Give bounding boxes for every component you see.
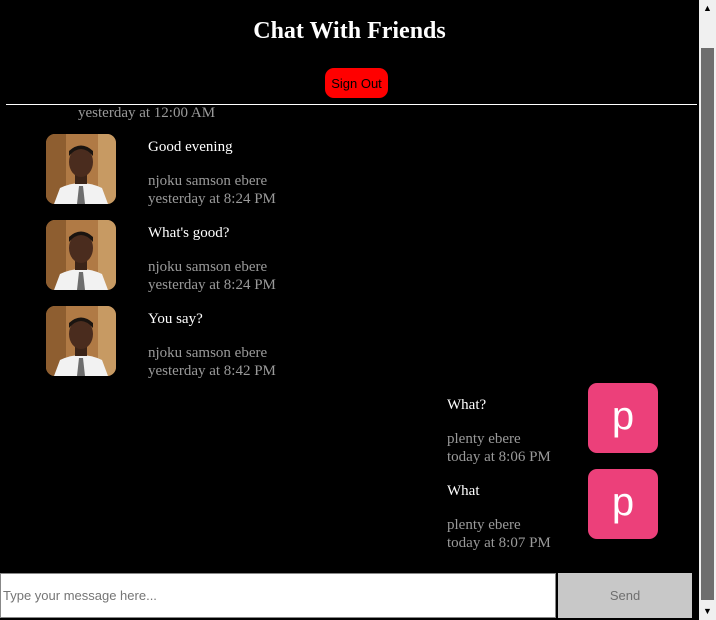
message-item: Good evening njoku samson ebere yesterda…: [0, 134, 699, 207]
message-text: What's good?: [148, 225, 230, 241]
message-input[interactable]: [0, 573, 556, 618]
message-timestamp: yesterday at 12:00 AM: [78, 105, 216, 121]
message-item: What? plenty ebere today at 8:06 PM p: [0, 383, 699, 465]
message-author: njoku samson ebere: [148, 173, 268, 189]
message-author: plenty ebere: [447, 431, 521, 447]
message-author: njoku samson ebere: [148, 345, 268, 361]
scroll-thumb[interactable]: [701, 48, 714, 600]
message-timestamp: yesterday at 8:24 PM: [148, 191, 276, 207]
message-timestamp: today at 8:06 PM: [447, 449, 551, 465]
user-photo-icon: [46, 134, 116, 204]
message-item: What plenty ebere today at 8:07 PM p: [0, 469, 699, 551]
message-item: You say? njoku samson ebere yesterday at…: [0, 306, 699, 379]
send-button[interactable]: Send: [558, 573, 692, 618]
avatar: [46, 306, 116, 376]
message-timestamp: yesterday at 8:42 PM: [148, 363, 276, 379]
message-author: plenty ebere: [447, 517, 521, 533]
message-timestamp: yesterday at 8:24 PM: [148, 277, 276, 293]
avatar: [46, 220, 116, 290]
message-text: Good evening: [148, 139, 233, 155]
page-title: Chat With Friends: [253, 18, 446, 44]
scroll-up-icon[interactable]: ▲: [699, 0, 716, 17]
vertical-scrollbar[interactable]: ▲ ▼: [699, 0, 716, 620]
avatar: p: [588, 469, 658, 539]
message-text: What?: [447, 397, 487, 413]
user-photo-icon: [46, 220, 116, 290]
message-text: What: [447, 483, 480, 499]
message-composer: Send: [0, 573, 699, 620]
message-item: What's good? njoku samson ebere yesterda…: [0, 220, 699, 293]
avatar: p: [588, 383, 658, 453]
message-timestamp: today at 8:07 PM: [447, 535, 551, 551]
scroll-down-icon[interactable]: ▼: [699, 603, 716, 620]
message-text: You say?: [148, 311, 203, 327]
avatar: [46, 134, 116, 204]
message-author: njoku samson ebere: [148, 259, 268, 275]
user-photo-icon: [46, 306, 116, 376]
chat-app: Chat With Friends Sign Out yesterday at …: [0, 0, 699, 620]
sign-out-button[interactable]: Sign Out: [325, 68, 388, 98]
